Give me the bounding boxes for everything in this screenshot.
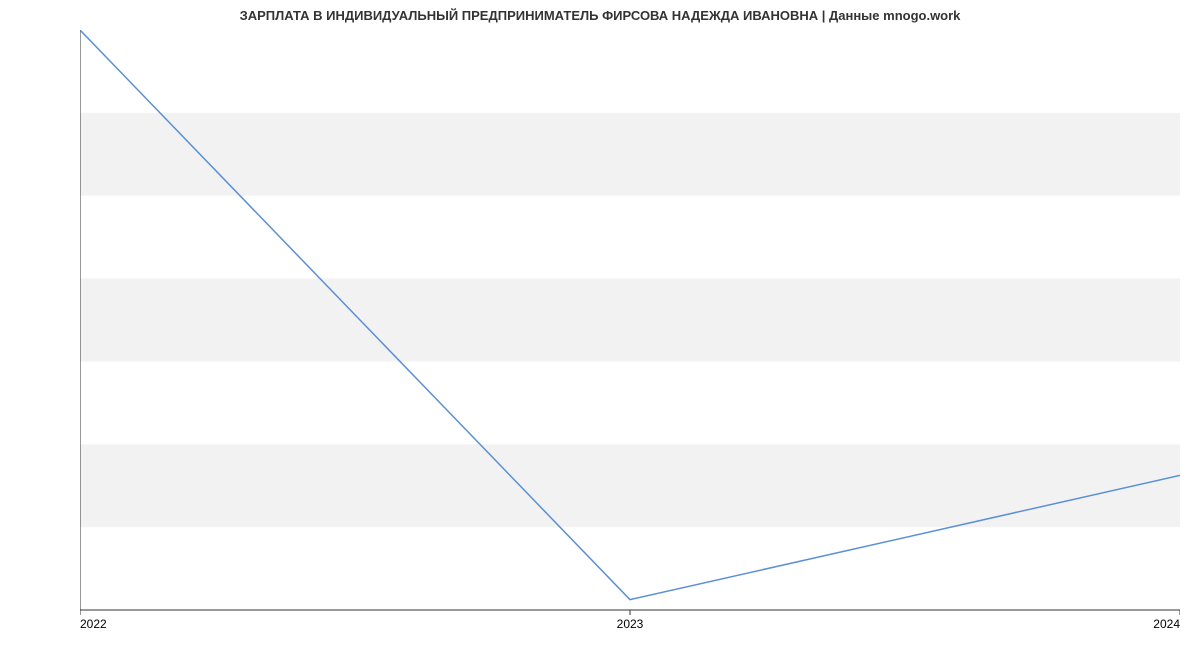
chart-container: ЗАРПЛАТА В ИНДИВИДУАЛЬНЫЙ ПРЕДПРИНИМАТЕЛ… — [0, 0, 1200, 650]
x-tick-label: 2023 — [617, 617, 644, 630]
x-tick-label: 2024 — [1153, 617, 1180, 630]
grid-band — [80, 279, 1180, 362]
chart-svg: 1600018000200002200024000260002800030000… — [80, 30, 1180, 630]
x-tick-label: 2022 — [80, 617, 107, 630]
grid-band — [80, 444, 1180, 527]
chart-title: ЗАРПЛАТА В ИНДИВИДУАЛЬНЫЙ ПРЕДПРИНИМАТЕЛ… — [0, 8, 1200, 23]
grid-band — [80, 113, 1180, 196]
plot-area: 1600018000200002200024000260002800030000… — [80, 30, 1180, 610]
